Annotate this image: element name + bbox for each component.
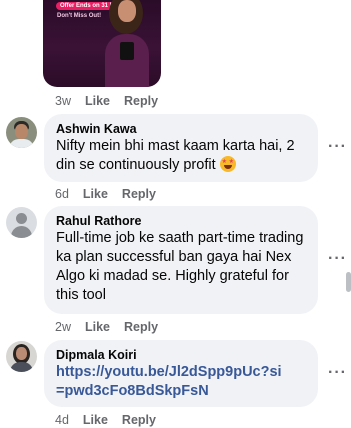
- comment-author[interactable]: Ashwin Kawa: [56, 121, 306, 137]
- reply-button[interactable]: Reply: [124, 94, 158, 108]
- star-struck-emoji-icon: ★ ★: [219, 156, 236, 172]
- comment-options-icon[interactable]: ···: [328, 364, 347, 382]
- avatar[interactable]: [6, 341, 37, 372]
- comment-actions: 3w Like Reply: [55, 94, 172, 108]
- comment-timestamp[interactable]: 6d: [55, 187, 69, 201]
- comment-actions: 6d Like Reply: [55, 187, 170, 201]
- comment-text: Full-time job ke saath part-time trading…: [56, 230, 304, 303]
- comment-actions: 2w Like Reply: [55, 320, 172, 334]
- comment-bubble: Ashwin Kawa Nifty mein bhi mast kaam kar…: [44, 114, 318, 182]
- reply-button[interactable]: Reply: [122, 187, 156, 201]
- like-button[interactable]: Like: [85, 320, 110, 334]
- comment-timestamp[interactable]: 3w: [55, 94, 71, 108]
- reply-button[interactable]: Reply: [122, 413, 156, 427]
- comment-options-icon[interactable]: ···: [328, 138, 347, 156]
- comment-bubble: Dipmala Koiri https://youtu.be/Jl2dSpp9p…: [44, 340, 318, 407]
- comment-actions: 4d Like Reply: [55, 413, 170, 427]
- comment-options-icon[interactable]: ···: [328, 250, 347, 268]
- like-button[interactable]: Like: [85, 94, 110, 108]
- avatar[interactable]: [6, 207, 37, 238]
- comment-link[interactable]: https://youtu.be/Jl2dSpp9pUc?si=pwd3cFo8…: [56, 363, 286, 401]
- reply-button[interactable]: Reply: [124, 320, 158, 334]
- comment-timestamp[interactable]: 2w: [55, 320, 71, 334]
- like-button[interactable]: Like: [83, 187, 108, 201]
- ad-person-illustration: [105, 0, 149, 87]
- avatar[interactable]: [6, 117, 37, 148]
- comment-bubble: Rahul Rathore Full-time job ke saath par…: [44, 206, 318, 314]
- comment-author[interactable]: Dipmala Koiri: [56, 347, 306, 363]
- offer-subtext: Don't Miss Out!: [57, 13, 102, 19]
- comment-attached-image[interactable]: Offer Ends on 31 Mar Don't Miss Out!: [43, 0, 161, 87]
- comment-author[interactable]: Rahul Rathore: [56, 213, 306, 229]
- comment-text: Nifty mein bhi mast kaam karta hai, 2 di…: [56, 138, 295, 173]
- scrollbar-thumb[interactable]: [346, 272, 351, 292]
- comment-timestamp[interactable]: 4d: [55, 413, 69, 427]
- like-button[interactable]: Like: [83, 413, 108, 427]
